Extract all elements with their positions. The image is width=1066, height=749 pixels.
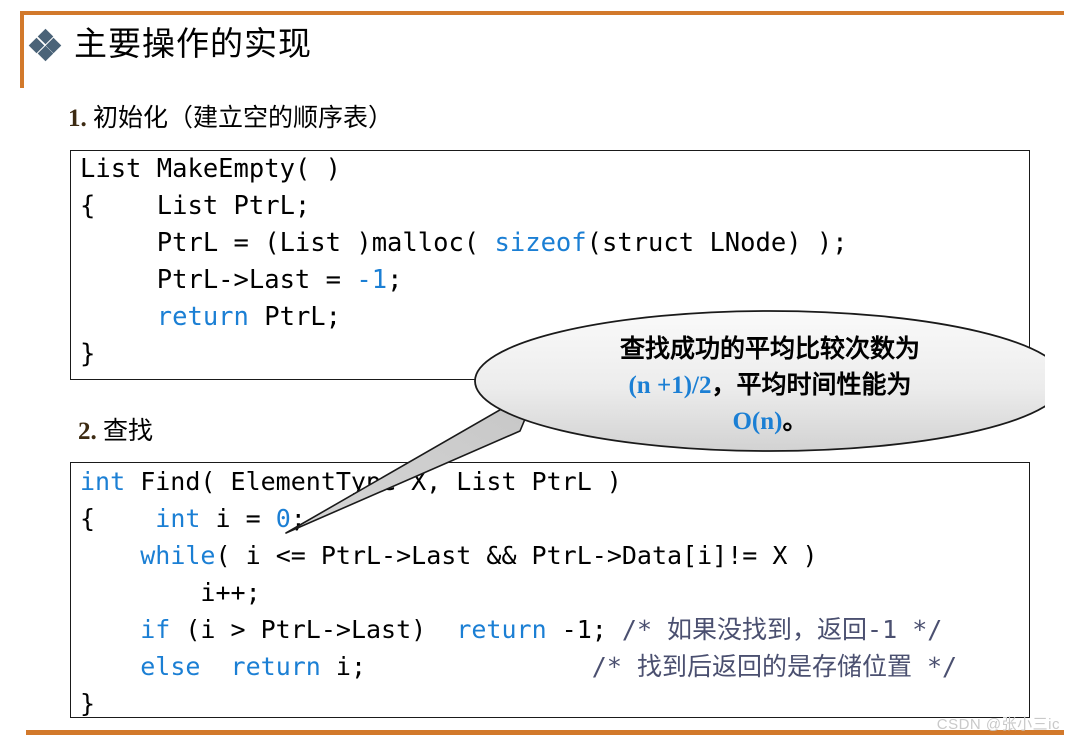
code-token: (struct LNode) ); — [586, 228, 848, 258]
code-token: i; — [320, 652, 367, 681]
code-token: if — [140, 615, 171, 644]
code-token: } — [80, 689, 96, 718]
slide-bottom-accent-rule — [26, 730, 1064, 735]
code-token: Find( ElementType X, List PtrL ) — [125, 467, 622, 496]
section-heading-initialize: 1. 初始化（建立空的顺序表） — [68, 105, 393, 133]
code-token: ( i <= PtrL->Last && PtrL->Data[i]!= X ) — [215, 541, 818, 570]
slide-title-accent-bar — [20, 12, 24, 88]
code-line: else return i; /* 找到后返回的是存储位置 */ — [71, 648, 1029, 685]
callout-line-3-rest: 。 — [782, 408, 808, 435]
code-token: List MakeEmpty( ) — [80, 154, 341, 184]
code-token: (i > PtrL->Last) — [170, 615, 457, 644]
code-line: { int i = 0; — [71, 500, 1029, 537]
code-line: { List PtrL; — [71, 188, 1029, 225]
code-token: while — [140, 541, 216, 570]
code-token: ; — [290, 504, 306, 533]
code-lines-makeempty: List MakeEmpty( ) { List PtrL; PtrL = (Li… — [71, 151, 1029, 373]
code-token: /* 如果没找到，返回-1 */ — [621, 615, 943, 644]
code-line: PtrL = (List )malloc( sizeof(struct LNod… — [71, 225, 1029, 262]
callout-line-3: O(n)。 — [535, 404, 1005, 440]
code-lines-find: int Find( ElementType X, List PtrL ){ in… — [71, 463, 1029, 718]
code-line: List MakeEmpty( ) — [71, 151, 1029, 188]
section-number: 2. — [78, 418, 97, 445]
section-heading-find: 2. 查找 — [78, 418, 153, 446]
code-token: else — [140, 652, 201, 681]
page-title: 主要操作的实现 — [74, 27, 312, 63]
code-token: return — [230, 652, 321, 681]
code-token: } — [80, 339, 96, 369]
code-token: sizeof — [494, 228, 587, 258]
code-line: } — [71, 685, 1029, 718]
section-title: 查找 — [103, 418, 154, 445]
code-token: int — [155, 504, 201, 533]
code-line: return PtrL; — [71, 299, 1029, 336]
code-line: PtrL->Last = -1; — [71, 262, 1029, 299]
code-token: i = — [200, 504, 276, 533]
section-number: 1. — [68, 105, 87, 132]
section-title: 初始化（建立空的顺序表） — [93, 105, 394, 132]
code-line: while( i <= PtrL->Last && PtrL->Data[i]!… — [71, 537, 1029, 574]
code-block-makeempty: List MakeEmpty( ) { List PtrL; PtrL = (Li… — [70, 150, 1030, 380]
code-token: { List PtrL; — [80, 191, 311, 221]
csdn-watermark: CSDN @张小三ic — [936, 716, 1060, 733]
slide-top-accent-rule — [20, 11, 1064, 15]
code-token: { — [80, 504, 156, 533]
code-token: return — [156, 302, 249, 332]
code-token: -1 — [356, 265, 388, 295]
code-token: ; — [387, 265, 403, 295]
code-token: 0 — [275, 504, 291, 533]
code-line: } — [71, 336, 1029, 373]
code-line: int Find( ElementType X, List PtrL ) — [71, 463, 1029, 500]
code-token: /* 找到后返回的是存储位置 */ — [531, 652, 958, 681]
code-token: PtrL; — [248, 302, 342, 332]
callout-complexity: O(n) — [732, 408, 783, 435]
code-token: i++; — [80, 578, 261, 607]
four-diamond-bullet-icon — [28, 28, 62, 62]
code-block-find: int Find( ElementType X, List PtrL ){ in… — [70, 462, 1030, 718]
code-token: PtrL->Last = — [80, 265, 357, 295]
code-token: PtrL = (List )malloc( — [80, 228, 495, 258]
code-line: if (i > PtrL->Last) return -1; /* 如果没找到，… — [71, 611, 1029, 648]
code-token: return — [456, 615, 547, 644]
code-token: int — [80, 467, 126, 496]
code-token: -1; — [546, 615, 622, 644]
slide-title-row: 主要操作的实现 — [28, 27, 312, 63]
code-line: i++; — [71, 574, 1029, 611]
